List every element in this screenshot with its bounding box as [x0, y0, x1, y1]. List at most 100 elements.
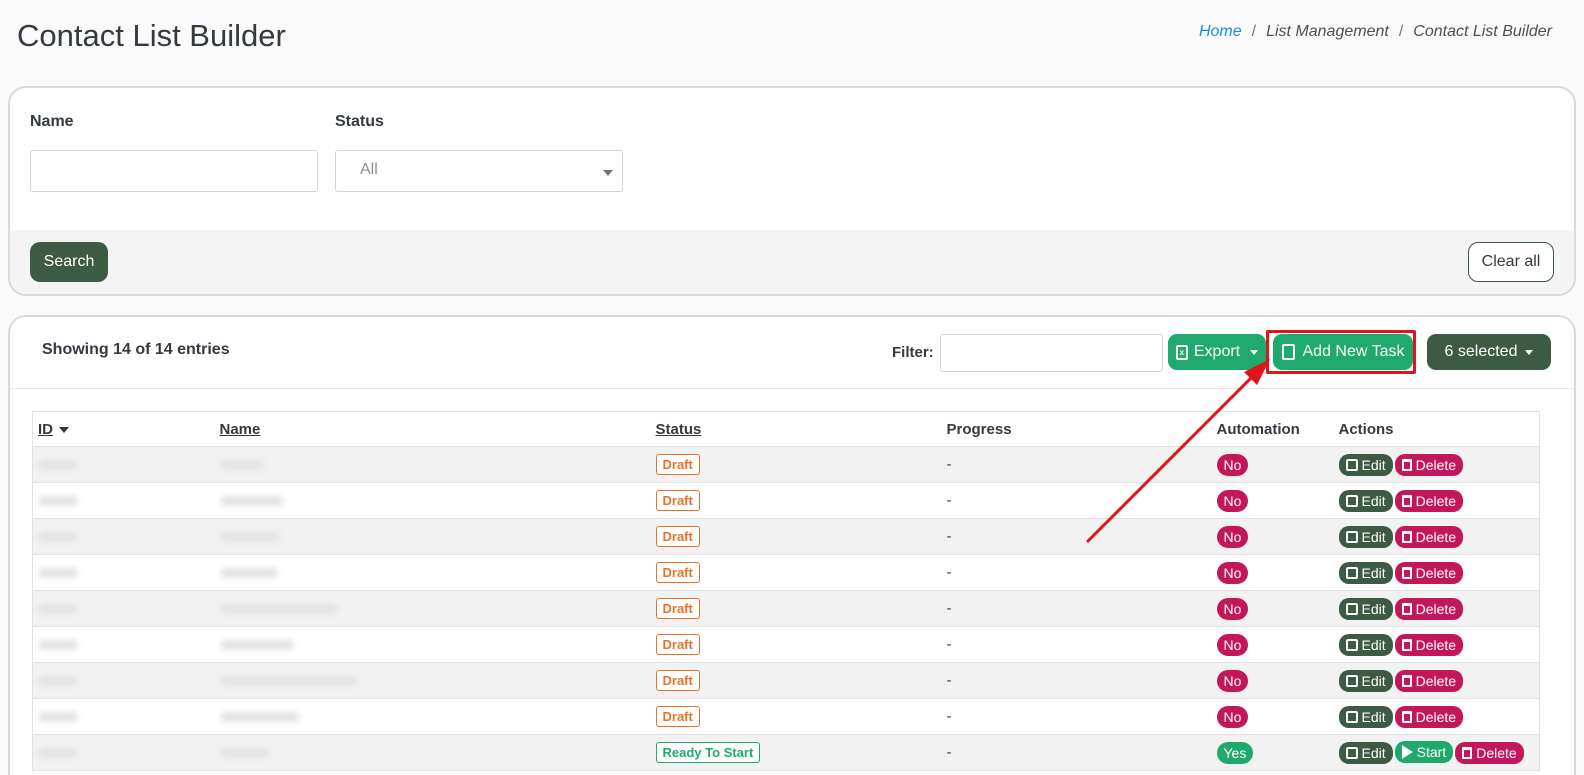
status-select[interactable]: All: [335, 150, 623, 192]
edit-button[interactable]: Edit: [1338, 489, 1393, 512]
delete-button[interactable]: Delete: [1394, 489, 1464, 512]
automation-badge: No: [1216, 597, 1249, 620]
breadcrumb-home-link[interactable]: Home: [1199, 23, 1242, 41]
search-button[interactable]: Search: [30, 242, 108, 282]
redacted-name: [219, 712, 300, 723]
edit-button[interactable]: Edit: [1338, 633, 1393, 656]
breadcrumb: Home / List Management / Contact List Bu…: [1199, 23, 1552, 41]
cell-name: [214, 518, 651, 555]
redacted-id: [38, 640, 78, 651]
delete-button[interactable]: Delete: [1394, 669, 1464, 692]
delete-button[interactable]: Delete: [1455, 742, 1524, 764]
column-header-progress: Progress: [941, 411, 1212, 447]
name-input[interactable]: [30, 150, 318, 192]
breadcrumb-current: Contact List Builder: [1413, 23, 1552, 40]
entries-count: Showing 14 of 14 entries: [42, 341, 230, 358]
status-select-value: All: [360, 161, 378, 178]
redacted-id: [38, 532, 78, 543]
cell-automation: No: [1211, 698, 1334, 735]
column-header-id[interactable]: ID: [32, 411, 215, 447]
automation-badge: No: [1216, 669, 1249, 692]
delete-button[interactable]: Delete: [1394, 561, 1464, 584]
delete-button[interactable]: Delete: [1394, 453, 1464, 476]
cell-progress: -: [941, 518, 1212, 555]
table-row: Ready To Start - Yes Edit Start Delete: [32, 734, 1540, 771]
table-filter-input[interactable]: [940, 334, 1163, 372]
edit-icon: [1345, 530, 1358, 543]
filter-footer: Search Clear all: [10, 230, 1574, 294]
cell-actions: Edit Delete: [1333, 446, 1540, 483]
automation-badge: No: [1216, 489, 1249, 512]
column-selector-button[interactable]: 6 selected: [1427, 334, 1551, 370]
cell-progress: -: [941, 554, 1212, 591]
delete-button[interactable]: Delete: [1394, 525, 1464, 548]
delete-button[interactable]: Delete: [1394, 597, 1464, 620]
cell-id: [32, 518, 215, 555]
column-header-status[interactable]: Status: [650, 411, 942, 447]
breadcrumb-separator: /: [1398, 23, 1404, 40]
cell-name: [214, 734, 651, 771]
column-header-name[interactable]: Name: [214, 411, 651, 447]
cell-status: Draft: [650, 590, 942, 627]
redacted-id: [38, 712, 78, 723]
automation-badge: No: [1216, 453, 1249, 476]
redacted-name: [219, 532, 280, 543]
cell-name: [214, 590, 651, 627]
edit-button[interactable]: Edit: [1338, 561, 1393, 584]
edit-icon: [1345, 494, 1358, 507]
edit-button[interactable]: Edit: [1338, 742, 1393, 764]
cell-automation: No: [1211, 662, 1334, 699]
page-header: Contact List Builder Home / List Managem…: [0, 0, 1584, 80]
status-badge: Draft: [655, 598, 700, 619]
edit-button[interactable]: Edit: [1338, 453, 1393, 476]
cell-status: Ready To Start: [650, 734, 942, 771]
cell-id: [32, 446, 215, 483]
table-row: Draft - No Edit Delete: [32, 554, 1540, 591]
play-icon: [1401, 745, 1413, 759]
sort-desc-icon: [59, 426, 69, 433]
cell-progress: -: [941, 482, 1212, 519]
cell-progress: -: [941, 734, 1212, 771]
file-excel-icon: x: [1175, 344, 1188, 360]
delete-button[interactable]: Delete: [1394, 633, 1464, 656]
cell-automation: No: [1211, 482, 1334, 519]
redacted-name: [219, 640, 294, 651]
toolbar-divider: [10, 388, 1574, 389]
annotation-highlight-box: [1266, 330, 1416, 374]
cell-actions: Edit Delete: [1333, 590, 1540, 627]
edit-icon: [1345, 638, 1358, 651]
edit-button[interactable]: Edit: [1338, 525, 1393, 548]
breadcrumb-separator: /: [1251, 23, 1257, 40]
status-label: Status: [335, 113, 384, 130]
cell-actions: Edit Delete: [1333, 482, 1540, 519]
redacted-id: [38, 604, 78, 615]
trash-icon: [1401, 530, 1412, 543]
status-badge: Draft: [655, 670, 700, 691]
edit-button[interactable]: Edit: [1338, 597, 1393, 620]
trash-icon: [1401, 566, 1412, 579]
breadcrumb-list-management[interactable]: List Management: [1266, 23, 1389, 41]
edit-button[interactable]: Edit: [1338, 669, 1393, 692]
redacted-name: [219, 604, 338, 615]
edit-icon: [1345, 747, 1358, 759]
trash-icon: [1401, 494, 1412, 507]
cell-id: [32, 698, 215, 735]
cell-automation: No: [1211, 626, 1334, 663]
cell-status: Draft: [650, 446, 942, 483]
table-row: Draft - No Edit Delete: [32, 662, 1540, 699]
cell-id: [32, 590, 215, 627]
edit-button[interactable]: Edit: [1338, 705, 1393, 728]
status-badge: Ready To Start: [655, 742, 761, 763]
start-button[interactable]: Start: [1394, 741, 1454, 763]
cell-automation: No: [1211, 518, 1334, 555]
export-button[interactable]: x Export: [1168, 334, 1266, 370]
clear-all-button[interactable]: Clear all: [1468, 242, 1554, 282]
table-card: Showing 14 of 14 entries Filter: x Expor…: [8, 315, 1576, 775]
redacted-name: [219, 676, 358, 687]
task-table: ID Name Status Progress Automation Actio…: [32, 411, 1540, 771]
export-label: Export: [1193, 343, 1241, 360]
delete-button[interactable]: Delete: [1394, 705, 1464, 728]
cell-id: [32, 662, 215, 699]
cell-name: [214, 482, 651, 519]
trash-icon: [1401, 602, 1412, 615]
